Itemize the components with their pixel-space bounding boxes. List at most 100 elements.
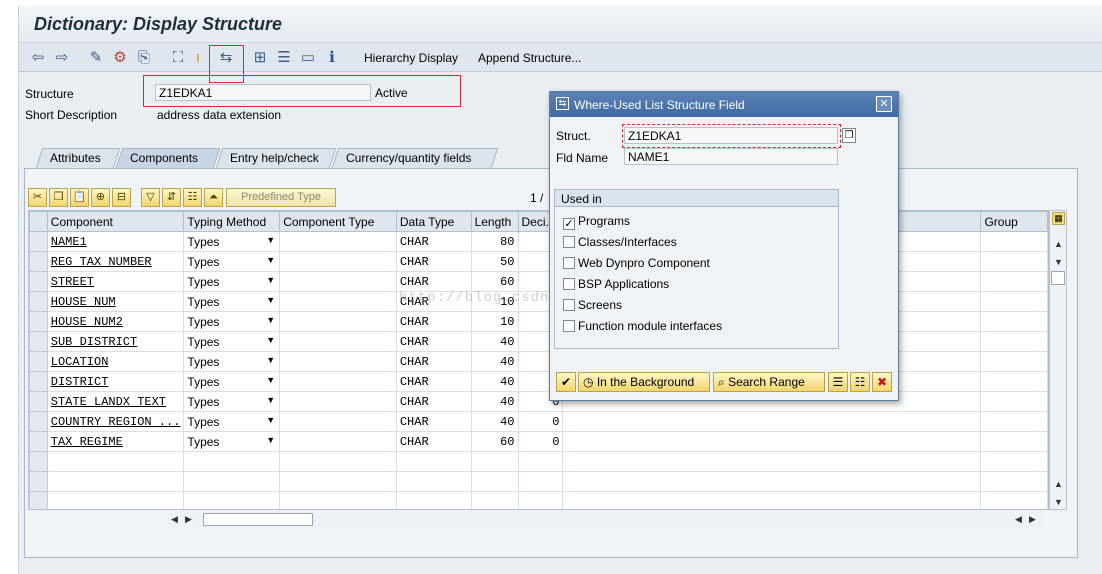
component-cell[interactable] [46,491,185,509]
tab-components[interactable]: Components [115,148,221,168]
horizontal-scrollbar-right[interactable]: ◀ ▶ [1009,510,1045,528]
typing-method-cell[interactable]: Types ▼ [183,251,281,272]
cancel-icon[interactable]: ✖ [872,372,892,392]
component-type-cell[interactable] [279,251,397,272]
length-cell[interactable] [470,471,519,492]
row-selector[interactable] [29,451,48,472]
typing-method-cell[interactable]: Types ▼ [183,231,281,252]
row-selector[interactable] [29,411,48,432]
component-type-cell[interactable] [279,311,397,332]
row-selector[interactable] [29,311,48,332]
component-cell[interactable]: SUB DISTRICT [46,331,185,352]
row-selector[interactable] [29,331,48,352]
copy-icon[interactable]: ❐ [49,188,68,207]
component-cell[interactable] [46,471,185,492]
scroll-left-right-icon[interactable]: ◀ [1015,514,1022,525]
dropdown-arrow-icon[interactable]: ▼ [266,295,275,305]
vertical-scrollbar[interactable]: ▦ ▲ ▼ ▲ ▼ [1049,210,1067,510]
typing-method-cell[interactable] [183,451,281,472]
component-cell[interactable]: LOCATION [46,351,185,372]
row-selector[interactable] [29,491,48,509]
typing-method-cell[interactable]: Types ▼ [183,311,281,332]
dropdown-arrow-icon[interactable]: ▼ [266,375,275,385]
paste-icon[interactable]: 📋 [70,188,89,207]
dropdown-arrow-icon[interactable]: ▼ [266,235,275,245]
sort-icon[interactable]: ⇵ [162,188,181,207]
execute-button[interactable]: ✔ [556,372,576,392]
dropdown-arrow-icon[interactable]: ▼ [266,255,275,265]
row-selector[interactable] [29,231,48,252]
component-type-cell[interactable] [279,271,397,292]
row-selector[interactable] [29,251,48,272]
component-type-cell[interactable] [279,231,397,252]
insert-row-icon[interactable]: ⊕ [91,188,110,207]
activate-icon[interactable]: ⛶ [169,49,187,67]
length-cell[interactable] [470,451,519,472]
component-type-cell[interactable] [279,371,397,392]
component-name[interactable]: SUB DISTRICT [51,335,137,349]
dropdown-arrow-icon[interactable]: ▼ [266,435,275,445]
component-cell[interactable]: REG TAX NUMBER [46,251,185,272]
decimals-cell[interactable] [517,491,564,509]
component-name[interactable]: DISTRICT [51,375,109,389]
dropdown-arrow-icon[interactable]: ▼ [266,355,275,365]
component-cell[interactable]: DISTRICT [46,371,185,392]
tab-attributes[interactable]: Attributes [35,148,121,168]
column-settings-icon[interactable]: ▦ [1052,212,1065,225]
component-type-cell[interactable] [279,431,397,452]
table-row[interactable] [29,471,1048,492]
search-range-button[interactable]: ⌕ Search Range [713,372,825,392]
display-object-list-icon[interactable]: ☰ [275,49,293,67]
table-row[interactable] [29,451,1048,472]
scroll-right-icon[interactable]: ▶ [185,514,192,525]
dropdown-arrow-icon[interactable]: ▼ [266,275,275,285]
typing-method-cell[interactable]: Types ▼ [183,291,281,312]
used-in-option[interactable]: Function module interfaces [563,319,722,333]
component-type-cell[interactable] [279,451,397,472]
component-type-cell[interactable] [279,411,397,432]
component-cell[interactable] [46,451,185,472]
check-icon[interactable]: ⎘ [135,49,153,67]
checkbox-checked-icon[interactable]: ✓ [563,218,575,230]
used-in-option[interactable]: Screens [563,298,622,312]
checkbox-icon[interactable] [563,236,575,248]
component-cell[interactable]: HOUSE NUM2 [46,311,185,332]
component-cell[interactable]: TAX REGIME [46,431,185,452]
dropdown-arrow-icon[interactable]: ▼ [266,335,275,345]
tab-currency-quantity[interactable]: Currency/quantity fields [331,148,499,168]
component-cell[interactable]: COUNTRY REGION ... [46,411,185,432]
append-structure-button[interactable]: Append Structure... [478,51,581,65]
scroll-right-right-icon[interactable]: ▶ [1029,514,1036,525]
component-name[interactable]: REG TAX NUMBER [51,255,152,269]
up-icon[interactable]: ⏶ [204,188,223,207]
component-name[interactable]: NAME1 [51,235,87,249]
component-type-cell[interactable] [279,491,397,509]
filter-icon[interactable]: ▽ [141,188,160,207]
component-name[interactable]: TAX REGIME [51,435,123,449]
decimals-cell[interactable] [517,451,564,472]
component-name[interactable]: STREET [51,275,94,289]
col-header-group[interactable]: Group [980,211,1048,232]
col-header-length[interactable]: Length [470,211,519,232]
row-selector[interactable] [29,291,48,312]
hierarchy-icon[interactable]: ⊞ [251,49,269,67]
scroll-left-icon[interactable]: ◀ [171,514,178,525]
component-name[interactable]: HOUSE NUM [51,295,116,309]
col-header-component-type[interactable]: Component Type [279,211,397,232]
edit-toggle-icon[interactable]: ✎ [87,49,105,67]
typing-method-cell[interactable]: Types ▼ [183,371,281,392]
used-in-option[interactable]: Web Dynpro Component [563,256,710,270]
col-header-typing-method[interactable]: Typing Method [183,211,281,232]
used-in-option[interactable]: BSP Applications [563,277,669,291]
row-selector[interactable] [29,431,48,452]
col-header-component[interactable]: Component [46,211,185,232]
back-arrow-icon[interactable]: ⇦ [29,49,47,67]
row-selector-header[interactable] [29,211,48,232]
close-icon[interactable]: ✕ [876,96,892,112]
dropdown-arrow-icon[interactable]: ▼ [266,315,275,325]
table-row[interactable]: TAX REGIME Types ▼ CHAR 60 0 [29,431,1048,452]
scroll-up-bottom-icon[interactable]: ▲ [1054,479,1063,489]
row-selector[interactable] [29,371,48,392]
used-in-option[interactable]: Classes/Interfaces [563,235,677,249]
component-type-cell[interactable] [279,351,397,372]
